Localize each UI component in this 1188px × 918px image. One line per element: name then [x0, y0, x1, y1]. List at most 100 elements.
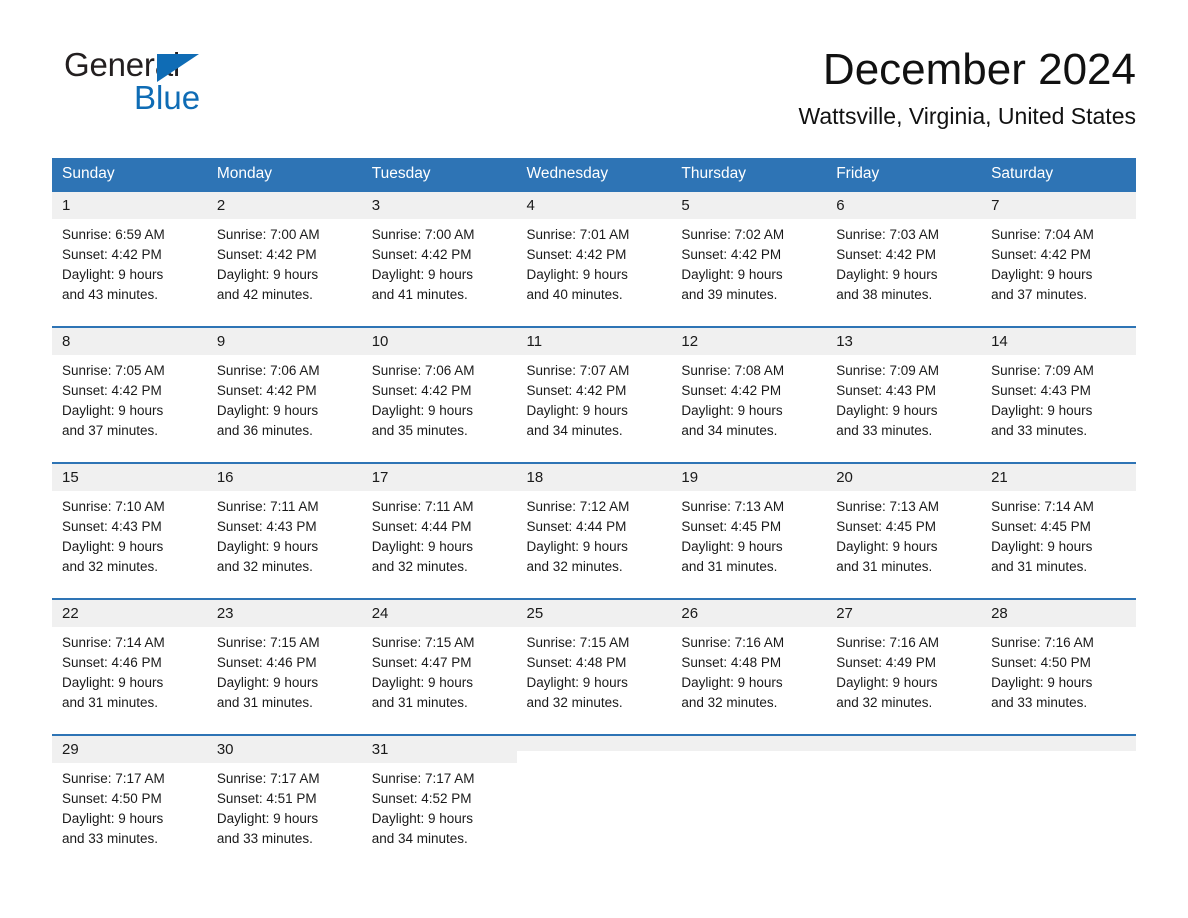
- page-subtitle-location: Wattsville, Virginia, United States: [798, 102, 1136, 129]
- day-number: 18: [516, 464, 672, 492]
- sunset-time: Sunset: 4:42 PM: [216, 247, 317, 263]
- daylight-duration-line2: and 32 minutes.: [526, 695, 623, 711]
- page-header: General Blue December 2024 Wattsville, V…: [52, 46, 1136, 150]
- sunrise-time: Sunrise: 7:01 AM: [526, 227, 630, 243]
- calendar-day-cell[interactable]: 5 Sunrise: 7:02 AM Sunset: 4:42 PM Daylight…: [671, 191, 827, 328]
- calendar-week-row: 22 Sunrise: 7:14 AM Sunset: 4:46 PM Dayligh…: [52, 599, 1136, 736]
- calendar-day-cell[interactable]: 22 Sunrise: 7:14 AM Sunset: 4:46 PM Dayligh…: [52, 599, 207, 736]
- sunrise-time: Sunrise: 7:13 AM: [836, 499, 940, 515]
- daylight-duration-line2: and 31 minutes.: [371, 695, 468, 711]
- calendar-day-cell[interactable]: 14 Sunrise: 7:09 AM Sunset: 4:43 PM Dayligh…: [981, 327, 1136, 464]
- calendar-day-cell[interactable]: 4 Sunrise: 7:01 AM Sunset: 4:42 PM Daylight…: [516, 191, 672, 328]
- sunrise-time: Sunrise: 7:03 AM: [836, 227, 940, 243]
- calendar-day-cell[interactable]: 8 Sunrise: 7:05 AM Sunset: 4:42 PM Daylight…: [52, 327, 207, 464]
- daylight-duration-line1: Daylight: 9 hours: [62, 267, 164, 283]
- calendar-day-cell[interactable]: 2 Sunrise: 7:00 AM Sunset: 4:42 PM Daylight…: [206, 191, 362, 328]
- day-number: 30: [206, 736, 362, 764]
- sunset-time: Sunset: 4:49 PM: [836, 655, 937, 671]
- sunset-time: Sunset: 4:42 PM: [681, 383, 782, 399]
- daylight-duration-line2: and 40 minutes.: [526, 287, 623, 303]
- calendar-day-cell[interactable]: 1 Sunrise: 6:59 AM Sunset: 4:42 PM Daylight…: [52, 191, 207, 328]
- sunset-time: Sunset: 4:43 PM: [62, 519, 162, 535]
- day-details: Sunrise: 7:08 AM Sunset: 4:42 PM Daylight:…: [671, 355, 826, 455]
- daylight-duration-line1: Daylight: 9 hours: [681, 539, 783, 555]
- calendar-day-cell[interactable]: 7 Sunrise: 7:04 AM Sunset: 4:42 PM Daylight…: [981, 191, 1136, 328]
- daylight-duration-line1: Daylight: 9 hours: [681, 403, 783, 419]
- day-details: [517, 751, 672, 867]
- daylight-duration-line1: Daylight: 9 hours: [991, 675, 1093, 691]
- calendar-day-cell[interactable]: 9 Sunrise: 7:06 AM Sunset: 4:42 PM Daylight…: [206, 327, 362, 464]
- calendar-day-cell[interactable]: 25 Sunrise: 7:15 AM Sunset: 4:48 PM Dayligh…: [516, 599, 672, 736]
- sunset-time: Sunset: 4:50 PM: [991, 655, 1091, 671]
- calendar-day-cell[interactable]: 29 Sunrise: 7:17 AM Sunset: 4:50 PM Dayligh…: [52, 735, 207, 868]
- daylight-duration-line1: Daylight: 9 hours: [371, 403, 473, 419]
- sunset-time: Sunset: 4:42 PM: [216, 383, 317, 399]
- calendar-day-cell[interactable]: 17 Sunrise: 7:11 AM Sunset: 4:44 PM Dayligh…: [361, 463, 517, 600]
- daylight-duration-line2: and 41 minutes.: [371, 287, 468, 303]
- calendar-day-cell[interactable]: 16 Sunrise: 7:11 AM Sunset: 4:43 PM Dayligh…: [206, 463, 362, 600]
- calendar-day-cell[interactable]: 20 Sunrise: 7:13 AM Sunset: 4:45 PM Dayligh…: [826, 463, 982, 600]
- day-details: Sunrise: 6:59 AM Sunset: 4:42 PM Daylight:…: [52, 219, 207, 319]
- calendar-day-cell[interactable]: 6 Sunrise: 7:03 AM Sunset: 4:42 PM Daylight…: [826, 191, 982, 328]
- general-blue-logo[interactable]: General Blue: [58, 46, 388, 122]
- calendar-day-cell-empty: [981, 735, 1136, 868]
- page-title: December 2024: [822, 45, 1136, 94]
- calendar-week-row: 29 Sunrise: 7:17 AM Sunset: 4:50 PM Dayligh…: [52, 735, 1136, 868]
- sunset-time: Sunset: 4:42 PM: [62, 383, 162, 399]
- calendar-day-cell[interactable]: 12 Sunrise: 7:08 AM Sunset: 4:42 PM Dayligh…: [671, 327, 827, 464]
- day-number: [671, 736, 827, 752]
- day-number: 12: [671, 328, 827, 356]
- calendar-day-cell[interactable]: 26 Sunrise: 7:16 AM Sunset: 4:48 PM Dayligh…: [671, 599, 827, 736]
- sunrise-time: Sunrise: 7:17 AM: [371, 771, 475, 787]
- daylight-duration-line1: Daylight: 9 hours: [371, 539, 473, 555]
- calendar-day-cell[interactable]: 3 Sunrise: 7:00 AM Sunset: 4:42 PM Daylight…: [361, 191, 517, 328]
- day-number: 29: [52, 736, 207, 764]
- daylight-duration-line2: and 34 minutes.: [681, 423, 778, 439]
- daylight-duration-line1: Daylight: 9 hours: [836, 539, 938, 555]
- daylight-duration-line2: and 32 minutes.: [62, 559, 159, 575]
- calendar-day-cell[interactable]: 11 Sunrise: 7:07 AM Sunset: 4:42 PM Dayligh…: [516, 327, 672, 464]
- daylight-duration-line1: Daylight: 9 hours: [526, 403, 628, 419]
- day-number: 5: [671, 192, 827, 220]
- sunrise-time: Sunrise: 7:06 AM: [371, 363, 475, 379]
- calendar-day-cell[interactable]: 23 Sunrise: 7:15 AM Sunset: 4:46 PM Dayligh…: [206, 599, 362, 736]
- day-details: Sunrise: 7:00 AM Sunset: 4:42 PM Daylight:…: [207, 219, 362, 319]
- calendar-day-cell[interactable]: 21 Sunrise: 7:14 AM Sunset: 4:45 PM Dayligh…: [981, 463, 1136, 600]
- calendar-day-cell[interactable]: 13 Sunrise: 7:09 AM Sunset: 4:43 PM Dayligh…: [826, 327, 982, 464]
- daylight-duration-line2: and 38 minutes.: [836, 287, 933, 303]
- sunrise-time: Sunrise: 7:09 AM: [991, 363, 1094, 379]
- calendar-day-cell[interactable]: 30 Sunrise: 7:17 AM Sunset: 4:51 PM Dayligh…: [206, 735, 362, 868]
- day-details: Sunrise: 7:12 AM Sunset: 4:44 PM Daylight:…: [517, 491, 672, 591]
- day-details: Sunrise: 7:17 AM Sunset: 4:52 PM Daylight:…: [362, 763, 517, 863]
- daylight-duration-line1: Daylight: 9 hours: [526, 675, 628, 691]
- day-details: Sunrise: 7:14 AM Sunset: 4:45 PM Daylight:…: [981, 491, 1136, 591]
- weekday-header-wednesday: Wednesday: [516, 158, 672, 192]
- daylight-duration-line2: and 33 minutes.: [836, 423, 933, 439]
- calendar-day-cell[interactable]: 31 Sunrise: 7:17 AM Sunset: 4:52 PM Dayligh…: [361, 735, 517, 868]
- calendar-day-cell[interactable]: 24 Sunrise: 7:15 AM Sunset: 4:47 PM Dayligh…: [361, 599, 517, 736]
- logo-text-blue: Blue: [134, 79, 201, 116]
- calendar-day-cell[interactable]: 27 Sunrise: 7:16 AM Sunset: 4:49 PM Dayligh…: [826, 599, 982, 736]
- sunset-time: Sunset: 4:45 PM: [681, 519, 782, 535]
- daylight-duration-line1: Daylight: 9 hours: [216, 403, 319, 419]
- sunrise-time: Sunrise: 7:12 AM: [526, 499, 630, 515]
- calendar-day-cell[interactable]: 28 Sunrise: 7:16 AM Sunset: 4:50 PM Dayligh…: [981, 599, 1136, 736]
- daylight-duration-line2: and 32 minutes.: [526, 559, 623, 575]
- calendar-page: General Blue December 2024 Wattsville, V…: [0, 0, 1188, 918]
- day-details: Sunrise: 7:16 AM Sunset: 4:48 PM Daylight:…: [671, 627, 826, 727]
- calendar-day-cell[interactable]: 18 Sunrise: 7:12 AM Sunset: 4:44 PM Dayligh…: [516, 463, 672, 600]
- calendar-day-cell[interactable]: 15 Sunrise: 7:10 AM Sunset: 4:43 PM Dayligh…: [52, 463, 207, 600]
- daylight-duration-line2: and 32 minutes.: [371, 559, 468, 575]
- day-number: 25: [516, 600, 672, 628]
- daylight-duration-line2: and 39 minutes.: [681, 287, 778, 303]
- title-block: December 2024 Wattsville, Virginia, Unit…: [436, 46, 1136, 129]
- calendar-day-cell[interactable]: 10 Sunrise: 7:06 AM Sunset: 4:42 PM Dayligh…: [361, 327, 517, 464]
- daylight-duration-line2: and 37 minutes.: [62, 423, 159, 439]
- day-details: Sunrise: 7:10 AM Sunset: 4:43 PM Daylight:…: [52, 491, 207, 591]
- sunrise-time: Sunrise: 7:11 AM: [371, 499, 474, 515]
- sunrise-time: Sunrise: 7:04 AM: [991, 227, 1094, 243]
- sunrise-time: Sunrise: 7:02 AM: [681, 227, 785, 243]
- sunset-time: Sunset: 4:52 PM: [371, 791, 472, 807]
- calendar-day-cell[interactable]: 19 Sunrise: 7:13 AM Sunset: 4:45 PM Dayligh…: [671, 463, 827, 600]
- sunrise-time: Sunrise: 7:14 AM: [991, 499, 1094, 515]
